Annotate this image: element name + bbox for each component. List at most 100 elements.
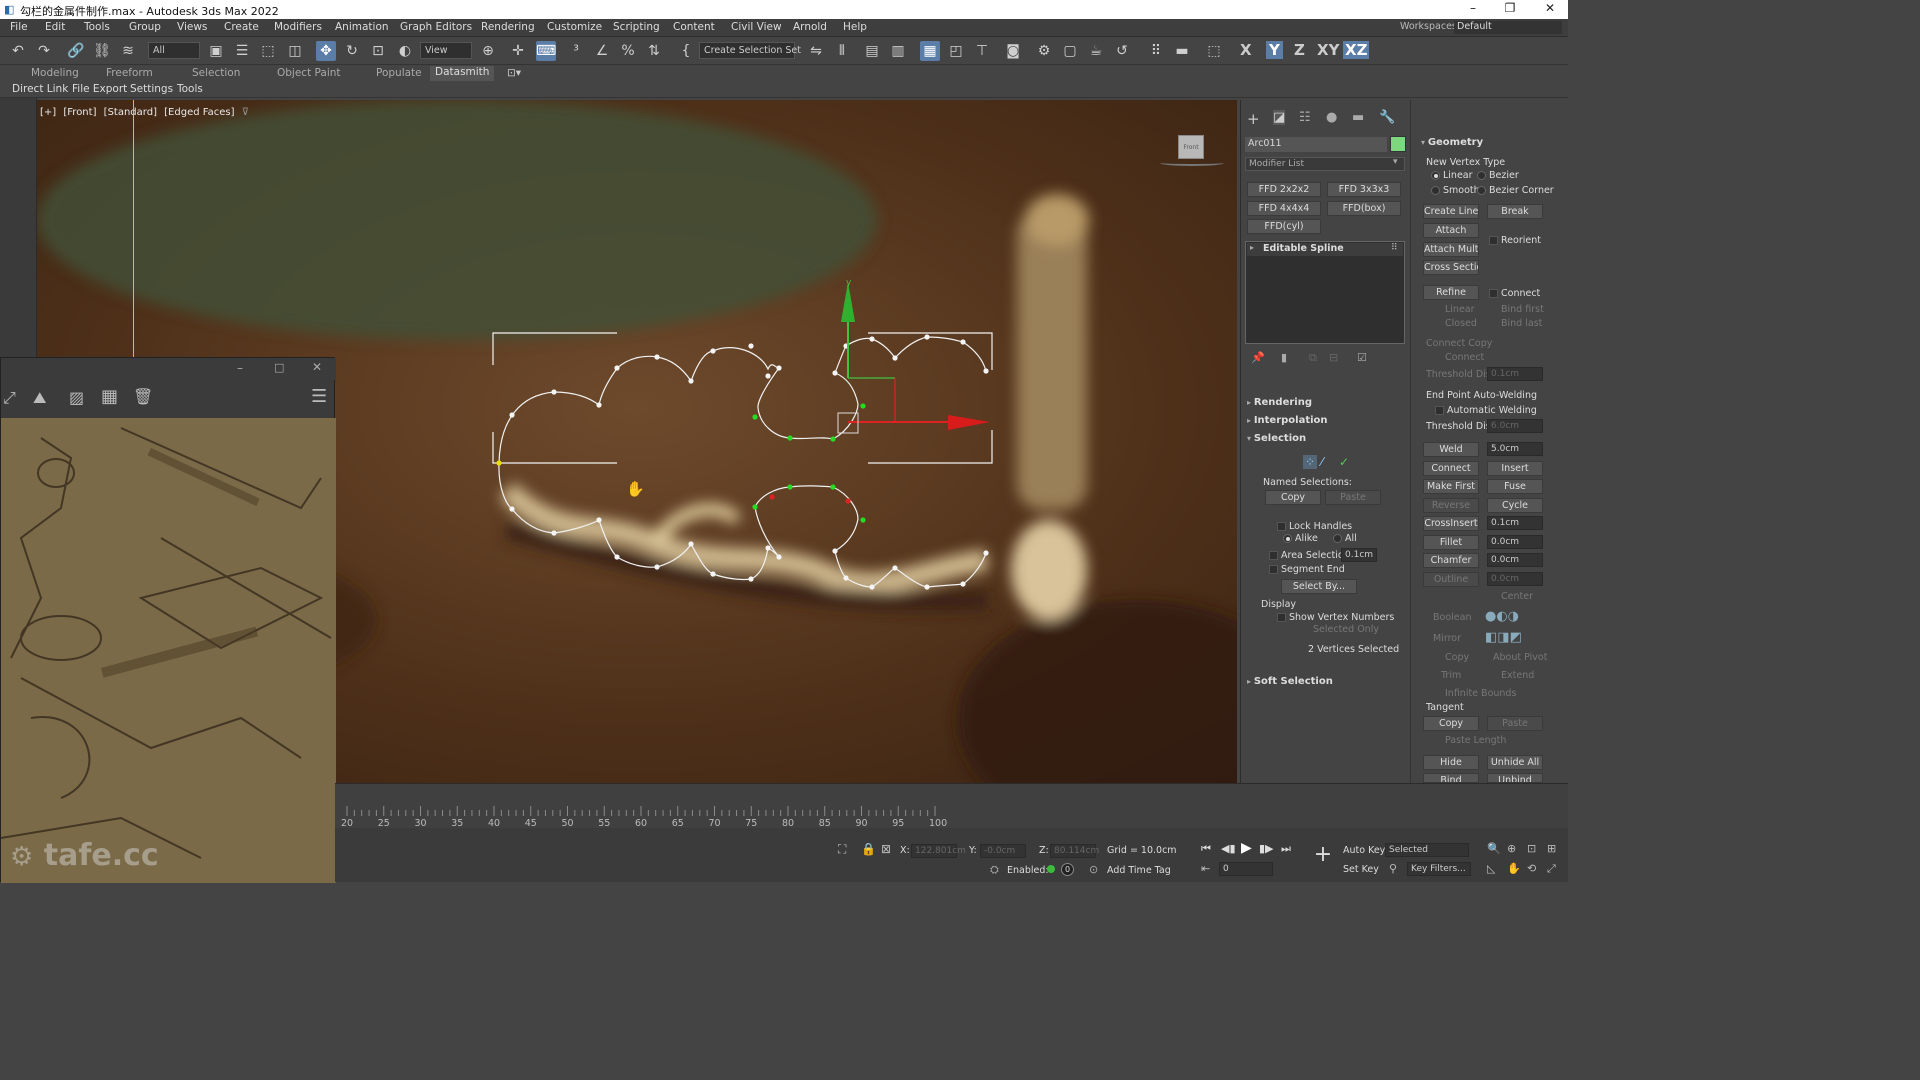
connect-copy-checkbox[interactable]: Connect <box>1445 352 1484 363</box>
tangent-paste-button[interactable]: Paste <box>1487 716 1543 731</box>
weld-spinner[interactable]: 5.0cm <box>1487 442 1543 456</box>
image-viewer-titlebar[interactable]: – □ ✕ <box>1 358 336 380</box>
show-vertex-numbers-checkbox[interactable] <box>1277 613 1286 622</box>
isolate-toggle-icon[interactable]: ⛶ <box>838 842 846 857</box>
key-filter-icon[interactable]: ⚲ <box>1389 862 1397 875</box>
center-checkbox[interactable]: Center <box>1501 591 1533 602</box>
hide-button[interactable]: Hide <box>1423 755 1479 770</box>
chamfer-button[interactable]: Chamfer <box>1423 553 1479 568</box>
bind-last-checkbox[interactable]: Bind last <box>1501 318 1542 329</box>
gallery-icon[interactable]: ▨ <box>69 388 84 407</box>
grid-view-icon[interactable]: ▦ <box>101 386 118 407</box>
spline-vertices[interactable] <box>496 334 989 590</box>
restore-button[interactable]: ❐ <box>1495 1 1525 15</box>
previous-frame-icon[interactable]: ◀▮ <box>1221 842 1236 855</box>
closed-checkbox[interactable]: Closed <box>1445 318 1477 329</box>
show-end-result-icon[interactable]: ▮ <box>1281 351 1287 364</box>
weld-threshold-spinner[interactable]: 6.0cm <box>1487 419 1543 433</box>
crossinsert-button[interactable]: CrossInsert <box>1423 516 1479 531</box>
smooth-radio[interactable] <box>1431 186 1440 195</box>
ffd-box-button[interactable]: FFD(box) <box>1327 201 1401 216</box>
bind-button[interactable]: Bind <box>1423 773 1479 783</box>
attach-button[interactable]: Attach <box>1423 223 1479 238</box>
coord-y-field[interactable]: -0.0cm <box>980 844 1026 858</box>
boolean-button[interactable]: Boolean <box>1433 612 1471 623</box>
modify-tab-icon[interactable]: ◪ <box>1273 110 1286 125</box>
minimize-button[interactable]: – <box>1458 1 1488 15</box>
viewer-close-icon[interactable]: ✕ <box>312 360 322 374</box>
weld-button[interactable]: Weld <box>1423 442 1479 457</box>
spline-curve-reference[interactable] <box>498 462 987 588</box>
segment-mode-icon[interactable]: ⁄ <box>1321 455 1323 469</box>
ffd-2x2x2-button[interactable]: FFD 2x2x2 <box>1247 182 1321 197</box>
mirror-button[interactable]: Mirror <box>1433 633 1461 644</box>
outline-button[interactable]: Outline <box>1423 572 1479 587</box>
fillet-spinner[interactable]: 0.0cm <box>1487 535 1543 549</box>
trim-button[interactable]: Trim <box>1441 670 1461 681</box>
image-viewer-window[interactable]: – □ ✕ ⤢ ⛰ ▨ ▦ 🗑 ☰ <box>0 357 336 883</box>
axis-xz-button[interactable]: XZ <box>1343 41 1370 59</box>
insert-button[interactable]: Insert <box>1487 461 1543 476</box>
tangent-copy-button[interactable]: Copy <box>1423 716 1479 731</box>
expand-arrow-icon[interactable]: ▸ <box>1250 243 1254 252</box>
stack-item-editable-spline[interactable]: ▸ Editable Spline ⠿ <box>1247 243 1403 256</box>
utilities-tab-icon[interactable]: 🔧 <box>1379 110 1395 125</box>
named-copy-button[interactable]: Copy <box>1265 490 1321 505</box>
make-unique-icon[interactable]: ⧉ <box>1309 351 1317 365</box>
segment-end-checkbox[interactable] <box>1269 565 1278 574</box>
pan-view-icon[interactable]: ✋ <box>1507 862 1521 875</box>
connect-threshold-spinner[interactable]: 0.1cm <box>1487 367 1543 381</box>
motion-tab-icon[interactable]: ● <box>1326 110 1337 125</box>
field-of-view-icon[interactable]: ◺ <box>1487 862 1495 875</box>
key-selection-dropdown[interactable]: Selected <box>1385 843 1469 857</box>
rollout-soft-selection[interactable]: ▸ Soft Selection <box>1247 676 1401 690</box>
mirror-copy-checkbox[interactable]: Copy <box>1445 652 1469 663</box>
chamfer-spinner[interactable]: 0.0cm <box>1487 553 1543 567</box>
alike-radio[interactable] <box>1283 534 1292 543</box>
configure-modifier-sets-icon[interactable]: ☑ <box>1357 351 1367 364</box>
zoom-extents-icon[interactable]: ⊡ <box>1527 842 1536 855</box>
axis-y-button[interactable]: Y <box>1266 41 1283 59</box>
bezier-radio[interactable] <box>1477 171 1486 180</box>
area-selection-spinner[interactable]: 0.1cm <box>1341 548 1377 562</box>
connect-button[interactable]: Connect <box>1423 461 1479 476</box>
object-color-swatch[interactable] <box>1390 136 1406 152</box>
create-line-button[interactable]: Create Line <box>1423 204 1479 219</box>
key-filters-button[interactable]: Key Filters... <box>1407 862 1471 876</box>
zoom-all-icon[interactable]: ⊕ <box>1507 842 1516 855</box>
boolean-union-icon[interactable]: ●◐◑ <box>1485 609 1519 624</box>
viewer-maximize-icon[interactable]: □ <box>274 361 284 374</box>
rollout-interpolation[interactable]: ▸ Interpolation <box>1247 415 1401 429</box>
break-button[interactable]: Break <box>1487 204 1543 219</box>
paste-length-checkbox[interactable]: Paste Length <box>1445 735 1506 746</box>
reorient-checkbox[interactable] <box>1489 236 1498 245</box>
viewcube-ring[interactable] <box>1160 160 1224 166</box>
all-radio[interactable] <box>1333 534 1342 543</box>
spline-mode-icon[interactable]: ✓ <box>1339 455 1349 469</box>
set-key-icon[interactable]: + <box>1311 842 1335 872</box>
goto-start-icon[interactable]: ⏮ <box>1201 842 1211 856</box>
rollout-rendering[interactable]: ▸ Rendering <box>1247 397 1401 411</box>
axis-z-button[interactable]: Z <box>1294 41 1305 59</box>
about-pivot-checkbox[interactable]: About Pivot <box>1493 652 1547 663</box>
viewer-minimize-icon[interactable]: – <box>237 361 243 375</box>
workspaces-dropdown[interactable]: Default <box>1454 21 1562 34</box>
stack-options-icon[interactable]: ⠿ <box>1391 243 1398 253</box>
maximize-viewport-icon[interactable]: ⤢ <box>1547 862 1556 876</box>
goto-end-icon[interactable]: ⏭ <box>1281 842 1291 856</box>
refine-button[interactable]: Refine <box>1423 285 1479 300</box>
adaptive-degradation-icon[interactable]: ⛭ <box>990 863 999 877</box>
zoom-extents-all-icon[interactable]: ⊞ <box>1547 842 1556 855</box>
time-tag-icon[interactable]: ⊙ <box>1089 863 1098 876</box>
image-icon[interactable]: ⛰ <box>33 388 46 408</box>
outline-spinner[interactable]: 0.0cm <box>1487 572 1543 586</box>
ffd-cyl-button[interactable]: FFD(cyl) <box>1247 219 1321 234</box>
play-icon[interactable]: ▶ <box>1241 840 1252 856</box>
unbind-button[interactable]: Unbind <box>1487 773 1543 783</box>
fillet-button[interactable]: Fillet <box>1423 535 1479 550</box>
lock-handles-checkbox[interactable] <box>1277 522 1286 531</box>
reverse-button[interactable]: Reverse <box>1423 498 1479 513</box>
cross-section-button[interactable]: Cross Section <box>1423 260 1479 275</box>
display-tab-icon[interactable]: ▬ <box>1352 110 1364 125</box>
remove-modifier-icon[interactable]: ⊟ <box>1329 351 1338 364</box>
